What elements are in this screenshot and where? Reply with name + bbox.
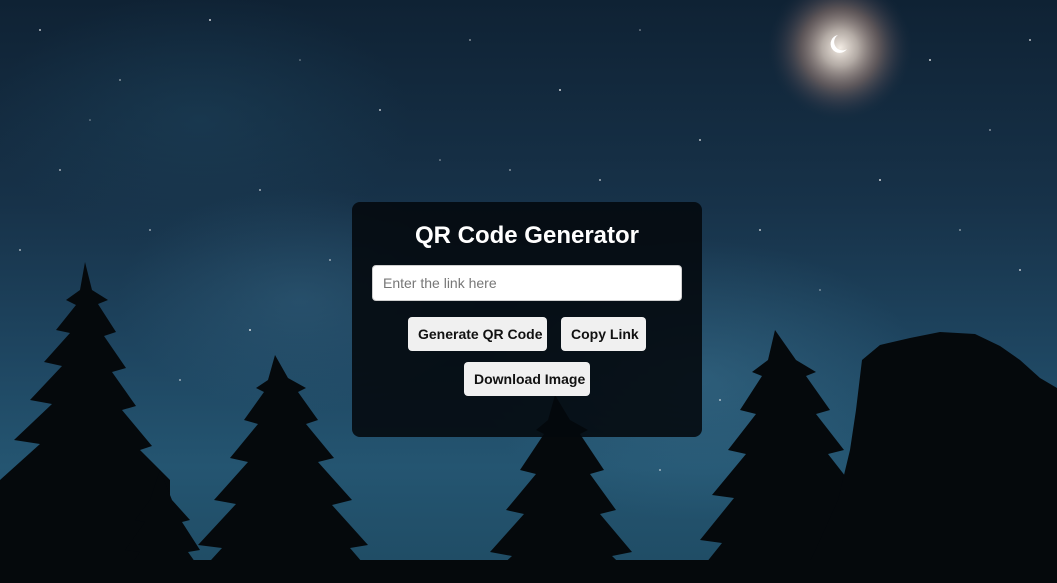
page-title: QR Code Generator <box>414 222 640 249</box>
generate-qr-button[interactable]: Generate QR Code <box>408 317 547 351</box>
moon-glow <box>768 0 912 120</box>
download-image-button[interactable]: Download Image <box>464 362 590 396</box>
link-input[interactable] <box>372 265 682 301</box>
copy-link-button[interactable]: Copy Link <box>561 317 646 351</box>
qr-generator-card: QR Code Generator Generate QR Code Copy … <box>352 202 702 437</box>
